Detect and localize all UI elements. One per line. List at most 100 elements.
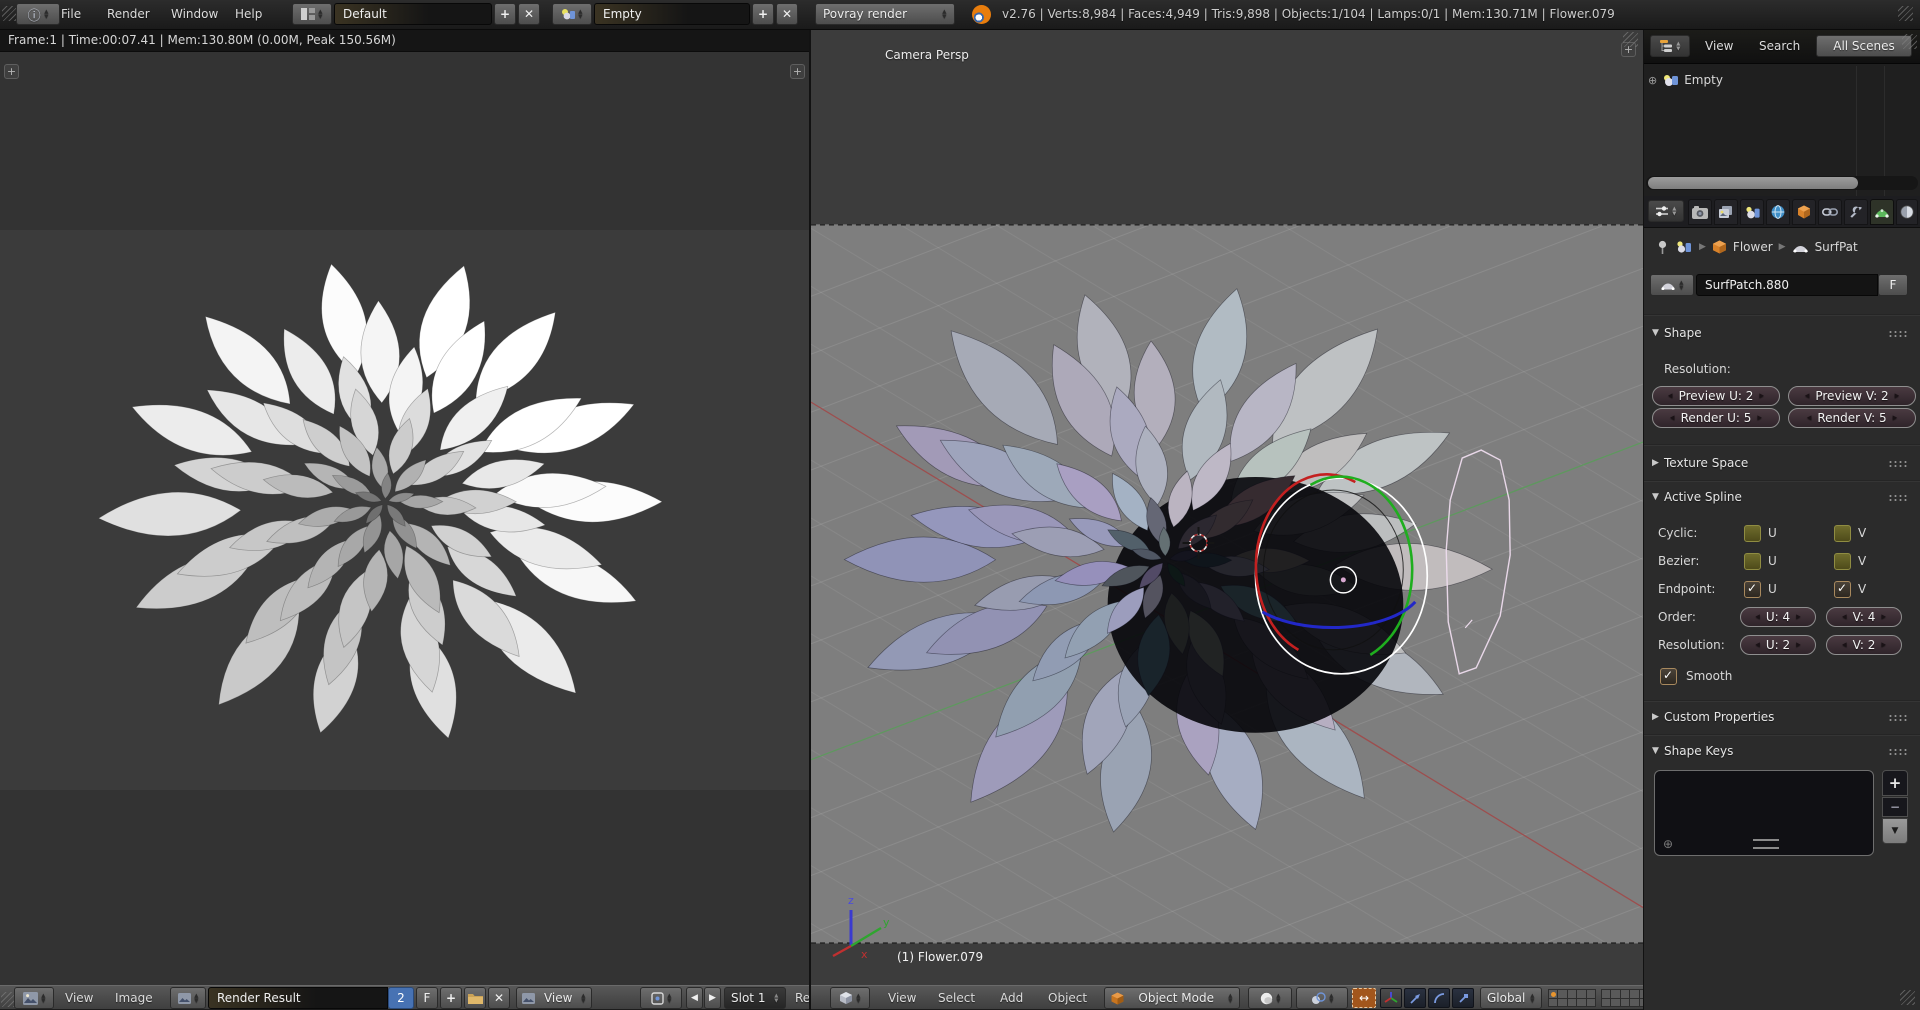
increment-arrow-icon[interactable]: ▸	[1796, 640, 1801, 650]
object-crumb-icon[interactable]	[1712, 240, 1727, 254]
scene-browse-button[interactable]: ▲▼	[552, 3, 592, 25]
delete-scene-button[interactable]: ✕	[776, 3, 798, 25]
smooth-checkbox[interactable]	[1660, 668, 1677, 685]
next-slot-button[interactable]: ▶	[704, 987, 721, 1009]
decrement-arrow-icon[interactable]: ◂	[1670, 413, 1675, 423]
tab-render[interactable]	[1688, 199, 1712, 225]
slot-select[interactable]: Slot 1 ▲▼	[724, 987, 786, 1009]
region-expand-plus-icon[interactable]: +	[790, 64, 805, 79]
editor-type-button[interactable]: ▲▼	[1648, 200, 1684, 222]
menu-search[interactable]: Search	[1754, 35, 1805, 57]
scene-crumb-icon[interactable]	[1675, 240, 1693, 254]
remove-shape-key-button[interactable]: −	[1882, 797, 1908, 817]
fake-user-button[interactable]: F	[1878, 274, 1908, 296]
menu-render[interactable]: Render	[102, 3, 155, 25]
area-corner-grip[interactable]	[1898, 6, 1913, 21]
tab-world[interactable]	[1766, 199, 1790, 225]
decrement-arrow-icon[interactable]: ◂	[1755, 612, 1760, 622]
resolution-u-field[interactable]: ◂ U: 2 ▸	[1740, 635, 1816, 655]
decrement-arrow-icon[interactable]: ◂	[1807, 413, 1812, 423]
panel-drag-grip[interactable]	[1888, 330, 1908, 337]
resolution-v-field[interactable]: ◂ V: 2 ▸	[1826, 635, 1902, 655]
increment-arrow-icon[interactable]: ▸	[1895, 391, 1900, 401]
tab-object-data[interactable]	[1870, 199, 1894, 225]
area-corner-grip[interactable]	[1902, 34, 1917, 49]
editor-type-button[interactable]: ▲▼	[14, 987, 54, 1009]
menu-view[interactable]: View	[60, 987, 98, 1009]
region-expand-plus-icon[interactable]: +	[4, 64, 19, 79]
render-region-toggle[interactable]: ▲▼	[640, 987, 682, 1009]
shape-keys-list[interactable]: ⊕	[1654, 770, 1874, 856]
decrement-arrow-icon[interactable]: ◂	[1842, 640, 1847, 650]
panel-drag-grip[interactable]	[1888, 714, 1908, 721]
image-users-count[interactable]: 2	[388, 987, 414, 1009]
panel-drag-grip[interactable]	[1888, 494, 1908, 501]
add-scene-button[interactable]: +	[752, 3, 774, 25]
preview-u-field[interactable]: ◂ Preview U: 2 ▸	[1652, 386, 1780, 406]
open-image-button[interactable]	[464, 987, 486, 1009]
previous-slot-button[interactable]: ◀	[686, 987, 703, 1009]
expand-plus-icon[interactable]: ⊕	[1648, 74, 1657, 87]
breadcrumb-data-label[interactable]: SurfPat	[1815, 240, 1858, 254]
tab-object[interactable]	[1792, 199, 1816, 225]
increment-arrow-icon[interactable]: ▸	[1881, 612, 1886, 622]
panel-header-custom-properties[interactable]: ▶ Custom Properties	[1652, 706, 1774, 728]
decrement-arrow-icon[interactable]: ◂	[1842, 612, 1847, 622]
manipulator-toggle[interactable]: ↔	[1352, 988, 1376, 1008]
browse-surface-data-button[interactable]: ▲▼	[1650, 274, 1694, 296]
editor-type-button[interactable]: ▲▼	[830, 987, 870, 1009]
menu-help[interactable]: Help	[230, 3, 267, 25]
menu-image[interactable]: Image	[110, 987, 158, 1009]
screen-layout-name-field[interactable]: Default	[334, 3, 492, 25]
bezier-u-checkbox[interactable]	[1744, 553, 1761, 570]
browse-image-button[interactable]: ▲▼	[170, 987, 206, 1009]
panel-drag-grip[interactable]	[1888, 748, 1908, 755]
endpoint-v-checkbox[interactable]	[1834, 581, 1851, 598]
tab-scene[interactable]	[1740, 199, 1764, 225]
translate-manipulator-button[interactable]	[1404, 988, 1426, 1008]
screen-layout-browse-button[interactable]: ▲▼	[292, 3, 332, 25]
area-corner-grip[interactable]	[1623, 32, 1638, 47]
display-channels-select[interactable]: View ▲▼	[516, 987, 592, 1009]
manipulator-axes-button[interactable]	[1380, 988, 1402, 1008]
editor-type-button[interactable]: ⓘ ▲▼	[16, 3, 60, 25]
increment-arrow-icon[interactable]: ▸	[1796, 612, 1801, 622]
order-v-field[interactable]: ◂ V: 4 ▸	[1826, 607, 1902, 627]
image-name-field[interactable]: Render Result	[208, 987, 388, 1009]
viewport-canvas[interactable]: Camera Persp (1) Flower.079 + z y x	[811, 30, 1643, 985]
render-v-field[interactable]: ◂ Render V: 5 ▸	[1788, 408, 1916, 428]
render-u-field[interactable]: ◂ Render U: 5 ▸	[1652, 408, 1780, 428]
image-editor-canvas[interactable]: + +	[0, 52, 810, 985]
menu-object[interactable]: Object	[1043, 987, 1092, 1009]
tab-render-layers[interactable]	[1714, 199, 1738, 225]
area-corner-grip[interactable]	[1900, 990, 1915, 1005]
menu-view[interactable]: View	[1700, 35, 1738, 57]
render-engine-select[interactable]: Povray render ▲▼	[815, 3, 955, 25]
outliner-hscrollbar[interactable]	[1646, 176, 1918, 190]
panel-header-shape-keys[interactable]: ▼ Shape Keys	[1652, 740, 1733, 762]
layers-widget-left[interactable]	[1548, 989, 1596, 1007]
list-resize-grip[interactable]	[1753, 839, 1779, 849]
bezier-v-checkbox[interactable]	[1834, 553, 1851, 570]
add-shape-key-button[interactable]: +	[1882, 770, 1908, 796]
menu-window[interactable]: Window	[166, 3, 223, 25]
endpoint-u-checkbox[interactable]	[1744, 581, 1761, 598]
fake-user-button[interactable]: F	[416, 987, 438, 1009]
panel-drag-grip[interactable]	[1888, 460, 1908, 467]
order-u-field[interactable]: ◂ U: 4 ▸	[1740, 607, 1816, 627]
tab-constraints[interactable]	[1818, 199, 1842, 225]
increment-arrow-icon[interactable]: ▸	[1881, 640, 1886, 650]
editor-type-button[interactable]: ▲▼	[1650, 35, 1690, 57]
surface-crumb-icon[interactable]	[1792, 241, 1809, 254]
outliner-item-empty[interactable]: ⊕ Empty	[1648, 70, 1908, 90]
scale-manipulator-button[interactable]	[1452, 988, 1474, 1008]
menu-select[interactable]: Select	[933, 987, 980, 1009]
scrollbar-thumb[interactable]	[1648, 177, 1858, 189]
panel-header-shape[interactable]: ▼ Shape	[1652, 322, 1702, 344]
increment-arrow-icon[interactable]: ▸	[1757, 413, 1762, 423]
scene-name-field[interactable]: Empty	[594, 3, 750, 25]
increment-arrow-icon[interactable]: ▸	[1893, 413, 1898, 423]
delete-layout-button[interactable]: ✕	[518, 3, 540, 25]
increment-arrow-icon[interactable]: ▸	[1759, 391, 1764, 401]
shape-key-specials-menu[interactable]: ▼	[1882, 818, 1908, 844]
